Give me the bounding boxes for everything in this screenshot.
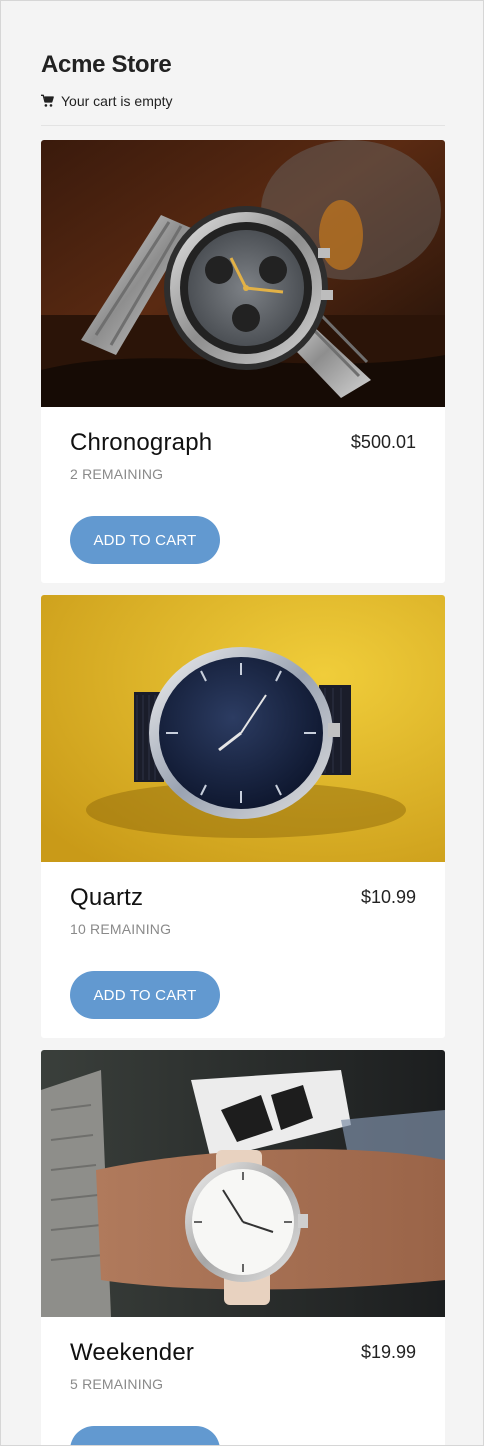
add-to-cart-button[interactable]: ADD TO CART <box>70 1426 220 1445</box>
product-price: $10.99 <box>360 887 416 907</box>
cart-status: Your cart is empty <box>41 93 445 109</box>
product-card-body: Quartz $10.99 10 REMAINING ADD TO CART <box>41 862 445 1038</box>
product-card-body: Weekender $19.99 5 REMAINING ADD TO CART <box>41 1317 445 1445</box>
product-card-body: Chronograph $500.01 2 REMAINING ADD TO C… <box>41 407 445 583</box>
product-price: $19.99 <box>360 1342 416 1362</box>
quartz-watch-photo <box>41 595 445 862</box>
add-to-cart-button[interactable]: ADD TO CART <box>70 971 220 1019</box>
page-frame: Acme Store Your cart is empty Chronograp… <box>0 0 484 1446</box>
weekender-watch-photo <box>41 1050 445 1317</box>
add-to-cart-button[interactable]: ADD TO CART <box>70 516 220 564</box>
store-title: Acme Store <box>41 51 172 78</box>
product-stock: 10 REMAINING <box>70 921 172 937</box>
product-list: Chronograph $500.01 2 REMAINING ADD TO C… <box>41 140 445 1445</box>
header-divider <box>41 125 445 126</box>
product-name: Quartz <box>70 884 144 911</box>
product-stock: 2 REMAINING <box>70 466 164 482</box>
shopping-cart-icon <box>41 94 54 107</box>
product-card: Quartz $10.99 10 REMAINING ADD TO CART <box>41 595 445 1038</box>
product-price: $500.01 <box>350 432 416 452</box>
store-header: Acme Store Your cart is empty <box>41 51 445 109</box>
cart-status-text: Your cart is empty <box>61 93 173 109</box>
product-name: Chronograph <box>70 429 213 456</box>
product-name: Weekender <box>70 1339 195 1366</box>
product-stock: 5 REMAINING <box>70 1376 164 1392</box>
product-card: Chronograph $500.01 2 REMAINING ADD TO C… <box>41 140 445 583</box>
product-card: Weekender $19.99 5 REMAINING ADD TO CART <box>41 1050 445 1445</box>
chronograph-watch-photo <box>41 140 445 407</box>
